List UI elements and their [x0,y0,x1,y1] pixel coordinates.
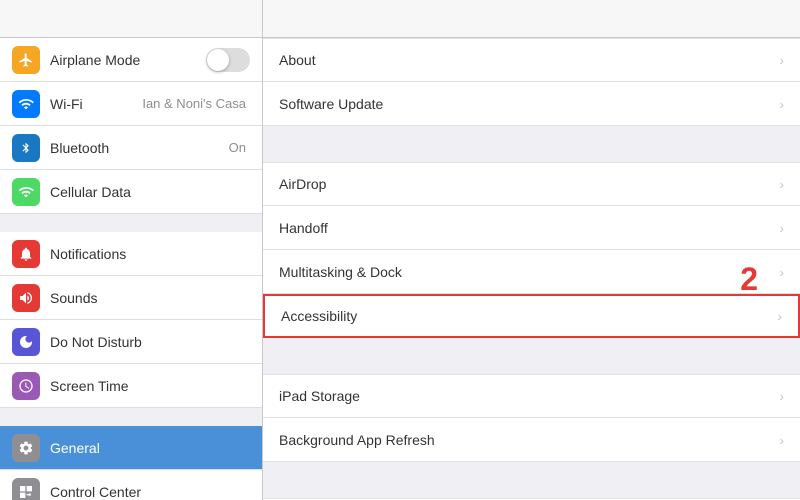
settings-group-1: AirDrop›Handoff›Multitasking & Dock›Acce… [263,162,800,338]
screen-time-icon [12,372,40,400]
settings-group-0: About›Software Update› [263,38,800,126]
sidebar-separator [0,408,262,426]
multitasking-chevron-icon: › [779,264,784,280]
sidebar-separator [0,214,262,232]
control-center-icon [12,478,40,500]
group-spacer [263,480,800,498]
wifi-label: Wi-Fi [50,96,142,112]
airplane-mode-icon [12,46,40,74]
software-update-chevron-icon: › [779,96,784,112]
bluetooth-icon [12,134,40,162]
sidebar: Airplane ModeWi-FiIan & Noni's CasaBluet… [0,38,263,500]
airplane-mode-label: Airplane Mode [50,52,206,68]
general-title [263,0,800,37]
sidebar-item-wifi[interactable]: Wi-FiIan & Noni's Casa [0,82,262,126]
wifi-icon [12,90,40,118]
sidebar-item-control-center[interactable]: Control Center [0,470,262,500]
bluetooth-label: Bluetooth [50,140,229,156]
settings-group-2: iPad Storage›Background App Refresh› [263,374,800,462]
settings-row-accessibility[interactable]: Accessibility›2 [263,294,800,338]
notifications-icon [12,240,40,268]
background-refresh-chevron-icon: › [779,432,784,448]
settings-row-airdrop[interactable]: AirDrop› [263,162,800,206]
airdrop-label: AirDrop [279,176,779,192]
general-icon [12,434,40,462]
settings-title [0,0,263,37]
wifi-value: Ian & Noni's Casa [142,96,246,111]
airplane-mode-toggle-knob [207,49,229,71]
settings-row-multitasking[interactable]: Multitasking & Dock› [263,250,800,294]
sidebar-item-do-not-disturb[interactable]: Do Not Disturb [0,320,262,364]
accessibility-label: Accessibility [281,308,777,324]
group-spacer [263,144,800,162]
cellular-label: Cellular Data [50,184,250,200]
accessibility-chevron-icon: › [777,308,782,324]
settings-row-background-refresh[interactable]: Background App Refresh› [263,418,800,462]
multitasking-label: Multitasking & Dock [279,264,779,280]
handoff-label: Handoff [279,220,779,236]
general-label: General [50,440,250,456]
bluetooth-value: On [229,140,246,155]
sidebar-item-general[interactable]: General1 [0,426,262,470]
do-not-disturb-label: Do Not Disturb [50,334,250,350]
header [0,0,800,38]
screen-time-label: Screen Time [50,378,250,394]
background-refresh-label: Background App Refresh [279,432,779,448]
sounds-label: Sounds [50,290,250,306]
cellular-icon [12,178,40,206]
ipad-storage-chevron-icon: › [779,388,784,404]
settings-row-handoff[interactable]: Handoff› [263,206,800,250]
sidebar-item-notifications[interactable]: Notifications [0,232,262,276]
sidebar-item-sounds[interactable]: Sounds [0,276,262,320]
notifications-label: Notifications [50,246,250,262]
settings-row-software-update[interactable]: Software Update› [263,82,800,126]
settings-row-about[interactable]: About› [263,38,800,82]
right-panel: About›Software Update›AirDrop›Handoff›Mu… [263,38,800,500]
do-not-disturb-icon [12,328,40,356]
settings-row-ipad-storage[interactable]: iPad Storage› [263,374,800,418]
airdrop-chevron-icon: › [779,176,784,192]
about-label: About [279,52,779,68]
sounds-icon [12,284,40,312]
ipad-storage-label: iPad Storage [279,388,779,404]
software-update-label: Software Update [279,96,779,112]
airplane-mode-toggle[interactable] [206,48,250,72]
sidebar-item-bluetooth[interactable]: BluetoothOn [0,126,262,170]
sidebar-item-airplane-mode[interactable]: Airplane Mode [0,38,262,82]
about-chevron-icon: › [779,52,784,68]
sidebar-item-screen-time[interactable]: Screen Time [0,364,262,408]
handoff-chevron-icon: › [779,220,784,236]
sidebar-item-cellular[interactable]: Cellular Data [0,170,262,214]
group-spacer [263,356,800,374]
main-content: Airplane ModeWi-FiIan & Noni's CasaBluet… [0,38,800,500]
control-center-label: Control Center [50,484,250,500]
